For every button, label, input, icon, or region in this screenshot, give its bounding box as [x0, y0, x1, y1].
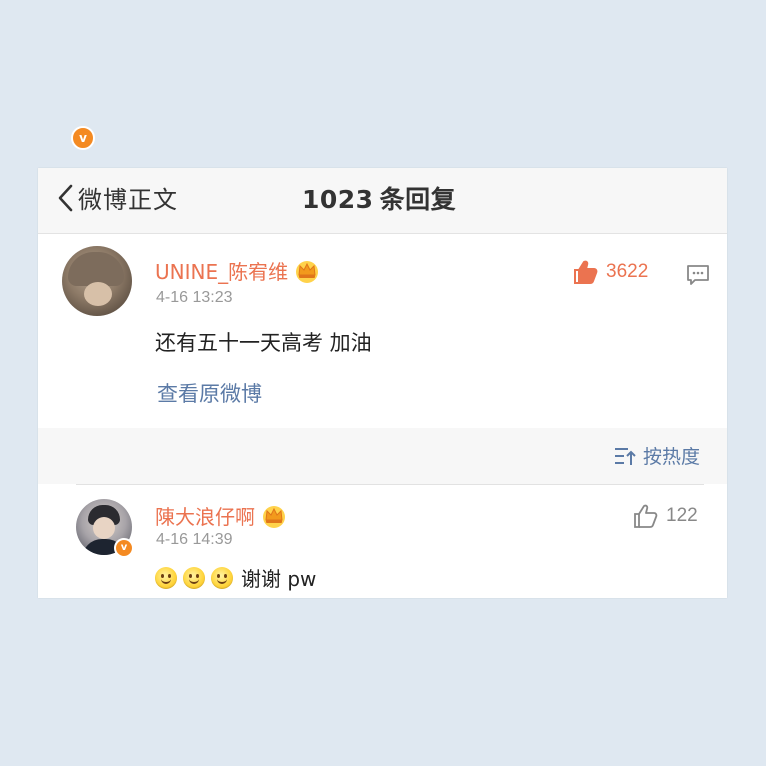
avatar-hat — [68, 252, 124, 286]
reply-like-count: 122 — [666, 505, 698, 526]
reply-content: 谢谢 pw — [155, 563, 316, 592]
sort-by-hot-button[interactable]: 按热度 — [613, 442, 700, 469]
smile-emoji-icon — [211, 566, 233, 589]
reply-author[interactable]: 陳大浪仔啊 — [155, 501, 287, 530]
reply-title-suffix: 条回复 — [379, 185, 457, 214]
reply-count: 1023 — [302, 185, 374, 214]
comment-time: 4-16 13:23 — [156, 289, 233, 306]
sort-label: 按热度 — [643, 446, 701, 468]
avatar[interactable] — [62, 246, 132, 316]
divider — [76, 484, 704, 485]
crown-icon — [263, 505, 285, 528]
navigation-bar: 微博正文 1023 条回复 — [38, 168, 727, 234]
like-button[interactable]: 3622 — [572, 259, 648, 285]
weibo-comment-card: 微博正文 1023 条回复 — [38, 168, 727, 598]
avatar-face — [93, 517, 115, 539]
reply-username-text: 陳大浪仔啊 — [155, 505, 255, 529]
view-original-link[interactable]: 查看原微博 — [157, 378, 262, 408]
comment-icon[interactable] — [686, 264, 710, 286]
comment-author[interactable]: UNINE_陈宥维 — [155, 256, 320, 285]
thumbs-up-icon — [634, 504, 658, 528]
avatar-face — [84, 282, 112, 306]
comment-text: 还有五十一天高考 加油 — [155, 331, 372, 355]
back-label: 微博正文 — [78, 186, 178, 214]
reply-like-button[interactable]: 122 — [632, 503, 698, 529]
back-button[interactable]: 微博正文 — [56, 180, 178, 215]
page-title: 1023 条回复 — [302, 180, 456, 216]
verified-badge: v — [114, 538, 134, 558]
chevron-left-icon — [58, 184, 73, 211]
smile-emoji-icon — [155, 566, 177, 589]
sort-icon — [615, 447, 636, 465]
reply-text: 谢谢 pw — [241, 567, 317, 591]
username-text: UNINE_陈宥维 — [155, 260, 289, 284]
smile-emoji-icon — [183, 566, 205, 589]
reply-time: 4-16 14:39 — [156, 531, 233, 548]
verified-badge: v — [71, 126, 95, 150]
thumbs-up-icon — [574, 260, 598, 284]
like-count: 3622 — [606, 261, 649, 282]
crown-icon — [296, 260, 319, 283]
